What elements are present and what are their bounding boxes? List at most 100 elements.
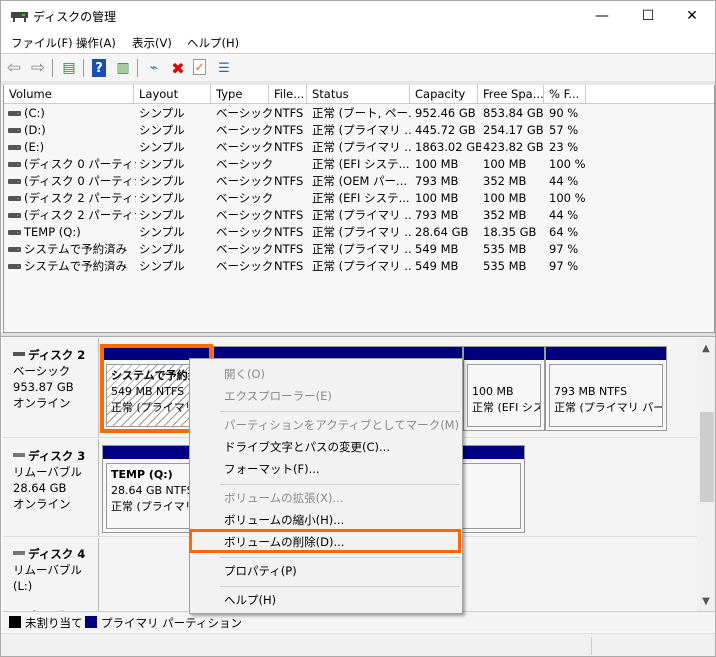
column-filesystem[interactable]: File... bbox=[269, 85, 307, 104]
column-layout[interactable]: Layout bbox=[134, 85, 211, 104]
table-cell: 正常 (ブート, ペー... bbox=[312, 106, 412, 120]
minimize-button[interactable]: — bbox=[579, 1, 625, 31]
pane-splitter[interactable] bbox=[1, 333, 715, 337]
unallocated-swatch bbox=[9, 616, 21, 628]
partition[interactable]: 793 MB NTFS 正常 (プライマリ パーテ bbox=[545, 346, 667, 431]
table-cell: 793 MB bbox=[415, 174, 459, 188]
list-view-icon[interactable]: ☰ bbox=[215, 59, 233, 77]
menu-file[interactable]: ファイル(F) bbox=[11, 35, 73, 51]
connect-disk-icon[interactable]: ⌁ bbox=[145, 59, 163, 77]
column-type[interactable]: Type bbox=[211, 85, 269, 104]
menu-help[interactable]: ヘルプ(H) bbox=[187, 35, 239, 51]
menu-item-shrink-volume[interactable]: ボリュームの縮小(H)... bbox=[191, 509, 461, 531]
legend-primary-partition: プライマリ パーティション bbox=[101, 616, 242, 630]
table-cell: ベーシック bbox=[216, 157, 272, 171]
delete-icon[interactable]: ✖ bbox=[169, 59, 187, 78]
primary-partition-swatch bbox=[85, 616, 97, 628]
status-bar bbox=[1, 633, 715, 656]
menu-item-delete-volume[interactable]: ボリュームの削除(D)... bbox=[191, 531, 461, 553]
partition-size: 793 MB NTFS bbox=[554, 385, 628, 398]
table-cell: (ディスク 2 パーティシ... bbox=[24, 191, 136, 205]
show-hide-console-tree-icon[interactable]: ▤ bbox=[60, 59, 78, 77]
vertical-scrollbar[interactable]: ▲ ▼ bbox=[697, 338, 715, 611]
disk-icon bbox=[13, 550, 25, 555]
column-volume[interactable]: Volume bbox=[4, 85, 134, 104]
table-cell: 952.46 GB bbox=[415, 106, 476, 120]
menu-item-properties[interactable]: プロパティ(P) bbox=[191, 560, 461, 582]
maximize-button[interactable]: ☐ bbox=[625, 1, 671, 31]
disk-info[interactable]: ディスク 3 リムーバブル 28.64 GB オンライン bbox=[3, 439, 99, 536]
table-cell: 352 MB bbox=[483, 208, 527, 222]
partition-status: 正常 (プライマリ パーテ bbox=[554, 401, 662, 414]
table-cell: ベーシック bbox=[216, 123, 272, 137]
table-cell: NTFS bbox=[274, 174, 304, 188]
column-percent-free[interactable]: % F... bbox=[544, 85, 586, 104]
table-row[interactable]: (E:) シンプル ベーシック NTFS 正常 (プライマリ ... 1863.02 GB… bbox=[4, 139, 714, 156]
table-row[interactable]: (ディスク 2 パーティシ...シンプル ベーシック 正常 (EFI システ... 1… bbox=[4, 190, 714, 207]
status-separator bbox=[591, 637, 592, 655]
table-cell: シンプル bbox=[139, 225, 185, 239]
menu-item-format[interactable]: フォーマット(F)... bbox=[191, 458, 461, 480]
help-icon[interactable]: ? bbox=[92, 59, 106, 77]
scroll-thumb[interactable] bbox=[700, 412, 714, 502]
table-row[interactable]: (ディスク 0 パーティシ...シンプル ベーシックNTFS 正常 (OEM パー.… bbox=[4, 173, 714, 190]
scroll-up-icon[interactable]: ▲ bbox=[697, 340, 715, 356]
table-cell: ベーシック bbox=[216, 140, 272, 154]
table-cell: ベーシック bbox=[216, 208, 272, 222]
drive-icon bbox=[8, 247, 21, 252]
menu-action[interactable]: 操作(A) bbox=[76, 35, 116, 51]
menu-view[interactable]: 表示(V) bbox=[132, 35, 172, 51]
drive-icon bbox=[8, 179, 21, 184]
menu-item-change-drive-letter[interactable]: ドライブ文字とパスの変更(C)... bbox=[191, 436, 461, 458]
table-row[interactable]: TEMP (Q:) シンプル ベーシック NTFS 正常 (プライマリ ... 28.64… bbox=[4, 224, 714, 241]
table-row[interactable]: (D:) シンプル ベーシック NTFS 正常 (プライマリ ... 445.72 GB 2… bbox=[4, 122, 714, 139]
disk-type: リムーバブル bbox=[13, 465, 82, 479]
table-row[interactable]: (ディスク 2 パーティシ...シンプル ベーシックNTFS 正常 (プライマリ .… bbox=[4, 207, 714, 224]
disk-info[interactable]: ディスク 2 ベーシック 953.87 GB オンライン bbox=[3, 338, 99, 437]
menu-item-open[interactable]: 開く(O) bbox=[191, 363, 461, 385]
menu-separator bbox=[220, 411, 460, 412]
table-cell bbox=[274, 190, 310, 207]
table-cell: 100 % bbox=[549, 157, 586, 171]
close-button[interactable]: ✕ bbox=[669, 1, 715, 31]
legend-unallocated: 未割り当て bbox=[25, 616, 83, 630]
table-cell: 1863.02 GB bbox=[415, 140, 481, 154]
partition[interactable]: 100 MB 正常 (EFI シス bbox=[463, 346, 545, 431]
connect-glyph: ⌁ bbox=[149, 60, 159, 76]
table-cell: 正常 (プライマリ ... bbox=[312, 225, 412, 239]
table-row[interactable]: (C:) シンプル ベーシック NTFS 正常 (ブート, ペー... 952.46 GB… bbox=[4, 105, 714, 122]
table-cell: 正常 (プライマリ ... bbox=[312, 259, 412, 273]
menu-item-help[interactable]: ヘルプ(H) bbox=[191, 589, 461, 611]
table-row[interactable]: システムで予約済み シンプル ベーシック NTFS 正常 (プライマリ ... 549 M… bbox=[4, 241, 714, 258]
table-cell: シンプル bbox=[139, 174, 185, 188]
table-row[interactable]: (ディスク 0 パーティシ...シンプル ベーシック 正常 (EFI システ... 1… bbox=[4, 156, 714, 173]
menu-item-explorer[interactable]: エクスプローラー(E) bbox=[191, 385, 461, 407]
volume-list: Volume Layout Type File... Status Capaci… bbox=[3, 85, 715, 333]
table-cell: 549 MB bbox=[415, 242, 459, 256]
properties-icon[interactable]: ✓ bbox=[193, 59, 206, 75]
scroll-down-icon[interactable]: ▼ bbox=[697, 593, 715, 609]
console-tree-glyph: ▤ bbox=[62, 60, 76, 76]
back-icon[interactable]: ⇦ bbox=[5, 58, 23, 78]
menu-item-extend-volume[interactable]: ボリュームの拡張(X)... bbox=[191, 487, 461, 509]
table-cell bbox=[274, 156, 310, 173]
column-capacity[interactable]: Capacity bbox=[410, 85, 478, 104]
table-cell: 18.35 GB bbox=[483, 225, 537, 239]
partition-body: 793 MB NTFS 正常 (プライマリ パーテ bbox=[549, 364, 663, 427]
disk-size: 953.87 GB bbox=[13, 380, 74, 394]
column-status[interactable]: Status bbox=[307, 85, 410, 104]
show-hide-action-pane-icon[interactable]: ▥ bbox=[114, 59, 132, 77]
back-glyph: ⇦ bbox=[6, 58, 22, 78]
disk-name-text: ディスク 4 bbox=[28, 547, 86, 561]
column-free-space[interactable]: Free Spa... bbox=[478, 85, 544, 104]
disk-info[interactable]: ディスク 4 リムーバブル (L:) メディアなし bbox=[3, 538, 99, 623]
table-cell: (ディスク 0 パーティシ... bbox=[24, 174, 136, 188]
forward-icon[interactable]: ⇨ bbox=[29, 58, 47, 78]
table-row[interactable]: システムで予約済み シンプル ベーシック NTFS 正常 (プライマリ ... 549 M… bbox=[4, 258, 714, 275]
window-title: ディスクの管理 bbox=[33, 10, 117, 24]
table-cell: 535 MB bbox=[483, 242, 527, 256]
menu-item-mark-active[interactable]: パーティションをアクティブとしてマーク(M) bbox=[191, 414, 461, 436]
disk-management-window: ディスクの管理 — ☐ ✕ ファイル(F) 操作(A) 表示(V) ヘルプ(H)… bbox=[0, 0, 716, 657]
table-cell: NTFS bbox=[274, 225, 304, 239]
close-icon: ✕ bbox=[686, 8, 698, 24]
